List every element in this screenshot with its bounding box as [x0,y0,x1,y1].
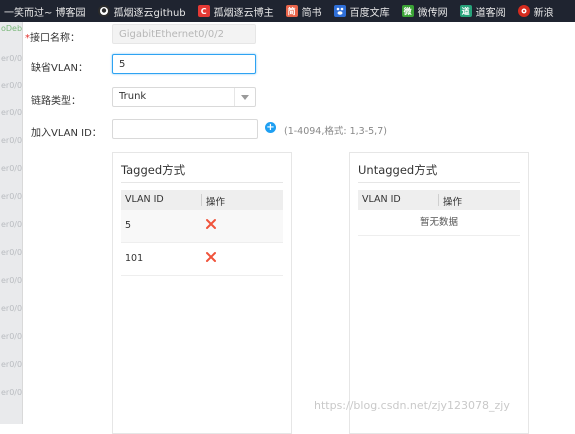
weichuan-icon: 微 [401,5,414,17]
bookmark-baidu-wenku[interactable]: 百度文库 [333,4,390,19]
bookmark-weibo[interactable]: 新浪 [517,4,554,19]
delete-icon[interactable] [203,216,219,232]
tagged-panel: Tagged方式 VLAN ID 操作 5 101 [112,152,292,434]
default-vlan-label: 缺省VLAN： [31,63,88,74]
chevron-down-icon[interactable] [234,88,255,106]
column-header-action: 操作 [443,197,463,208]
empty-state-text: 暂无数据 [358,210,520,236]
untagged-title: Untagged方式 [358,163,438,177]
bookmark-label: 微传网 [417,7,448,19]
bookmark-label: 百度文库 [349,7,390,19]
column-header-vlan-id: VLAN ID [362,194,401,205]
divider [121,182,283,183]
background-row: er0/0 [1,276,22,285]
baidu-icon [333,5,346,17]
default-vlan-input[interactable] [112,54,256,74]
bookmark-weichuan[interactable]: 微 微传网 [401,4,448,19]
column-separator [438,194,439,206]
background-row: er0/0 [1,108,22,117]
background-page: oDeb er0/0 er0/0 er0/0 er0/0 er0/0 er0/0… [0,22,22,424]
csdn-icon: C [197,5,210,17]
bookmark-jianshu[interactable]: 简 简书 [285,4,322,19]
interface-name-label-text: 接口名称： [30,33,80,44]
background-row: er0/0 [1,81,22,90]
bookmark-label: 孤烟逐云博主 [213,7,274,19]
delete-icon[interactable] [203,249,219,265]
bookmark-label: 一笑而过~ 博客园 [4,7,86,19]
tagged-table-header: VLAN ID 操作 [121,190,283,210]
link-type-value: Trunk [119,91,147,102]
background-row: er0/0 [1,248,22,257]
background-row: er0/0 [1,54,22,63]
background-row: er0/0 [1,304,22,313]
bookmark-github[interactable]: 孤烟逐云github [97,4,186,19]
github-icon [97,5,110,17]
bookmark-csdn[interactable]: C 孤烟逐云博主 [197,4,274,19]
bookmarks-bar: 一笑而过~ 博客园 孤烟逐云github C 孤烟逐云博主 简 简书 百度文库 … [0,0,575,22]
column-separator [201,194,202,206]
jianshu-icon: 简 [285,5,298,17]
interface-name-field [112,24,256,44]
background-row: er0/0 [1,388,22,397]
add-vlan-icon[interactable]: + [265,122,276,133]
bookmark-label: 新浪 [533,7,554,19]
link-type-select[interactable]: Trunk [112,87,256,107]
bookmark-doc[interactable]: 道 道客阅 [459,4,506,19]
join-vlan-label: 加入VLAN ID： [31,128,102,139]
join-vlan-hint: (1-4094,格式: 1,3-5,7) [284,126,387,137]
join-vlan-input[interactable] [112,119,258,139]
table-row: 101 [121,243,283,276]
background-row: er0/0 [1,164,22,173]
column-header-vlan-id: VLAN ID [125,194,164,205]
vlan-id-cell: 5 [125,220,132,231]
background-row: er0/0 [1,136,22,145]
background-row: oDeb [1,24,22,33]
bookmark-cnblogs[interactable]: 一笑而过~ 博客园 [4,4,86,19]
divider [358,182,520,183]
background-row: er0/0 [1,192,22,201]
background-row: er0/0 [1,332,22,341]
tagged-title: Tagged方式 [121,163,186,177]
port-config-dialog: *接口名称： 缺省VLAN： 链路类型： Trunk 加入VLAN ID： + … [22,22,575,434]
interface-name-label: *接口名称： [25,29,80,44]
doc-icon: 道 [459,5,472,17]
background-row: er0/0 [1,220,22,229]
bookmark-label: 道客阅 [475,7,506,19]
untagged-panel: Untagged方式 VLAN ID 操作 暂无数据 [349,152,529,434]
background-row: er0/0 [1,360,22,369]
bookmark-label: 孤烟逐云github [113,7,186,19]
bookmark-label: 简书 [301,7,322,19]
weibo-icon [517,5,530,17]
column-header-action: 操作 [206,197,226,208]
link-type-label: 链路类型： [31,96,81,107]
vlan-id-cell: 101 [125,253,144,264]
untagged-table-header: VLAN ID 操作 [358,190,520,210]
watermark: https://blog.csdn.net/zjy123078_zjy [314,399,510,412]
table-row: 5 [121,210,283,243]
